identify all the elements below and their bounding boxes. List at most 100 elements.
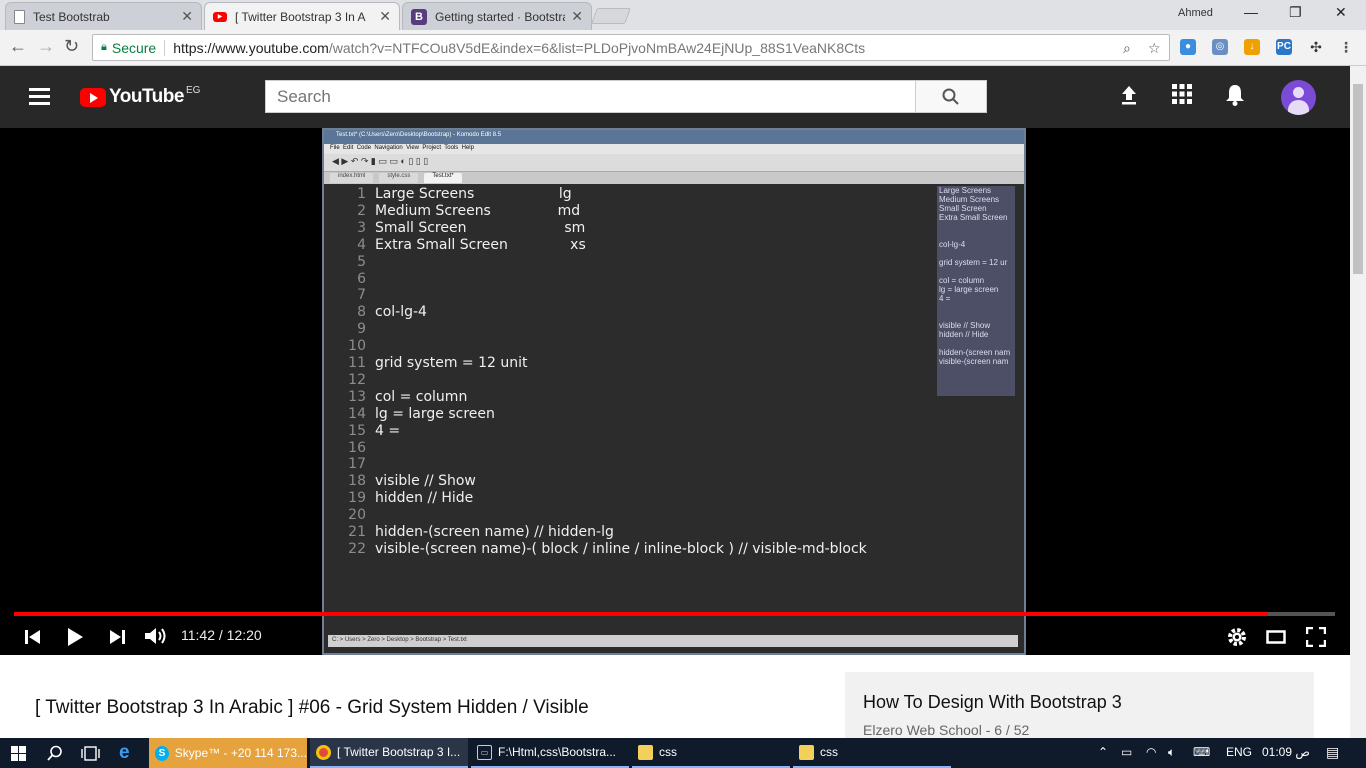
playlist-panel[interactable]: How To Design With Bootstrap 3 Elzero We… bbox=[845, 672, 1314, 742]
extension-icon[interactable]: ◎ bbox=[1212, 39, 1228, 55]
settings-gear-icon[interactable] bbox=[1227, 627, 1247, 647]
task-view-icon[interactable] bbox=[81, 746, 100, 761]
forward-arrow-icon[interactable]: → bbox=[37, 36, 55, 57]
editor-title-bar: Test.txt* (C:\Users\Zero\Desktop\Bootstr… bbox=[324, 130, 1024, 144]
taskbar-item-label: css bbox=[820, 745, 838, 759]
puzzle-extension-icon[interactable]: ✣ bbox=[1308, 39, 1324, 55]
close-window-icon[interactable]: ✕ bbox=[1335, 4, 1347, 21]
notifications-bell-icon[interactable] bbox=[1225, 84, 1245, 106]
play-icon[interactable] bbox=[66, 627, 84, 647]
tab-title: [ Twitter Bootstrap 3 In A bbox=[235, 9, 366, 24]
upload-icon[interactable] bbox=[1118, 84, 1140, 106]
line-number: 21 bbox=[348, 524, 366, 540]
line-number: 9 bbox=[357, 321, 366, 338]
progress-bar[interactable] bbox=[14, 612, 1335, 616]
tab-title: Test Bootstrab bbox=[33, 9, 110, 24]
fullscreen-icon[interactable] bbox=[1306, 627, 1326, 647]
tab-bootstrap-docs[interactable]: B Getting started · Bootstra ✕ bbox=[402, 2, 592, 30]
close-icon[interactable]: ✕ bbox=[571, 8, 583, 25]
line-number: 11 bbox=[348, 355, 366, 371]
windows-taskbar: e S Skype™ - +20 114 173... [ Twitter Bo… bbox=[0, 738, 1366, 768]
power-icon[interactable]: ▭ bbox=[1121, 745, 1132, 759]
youtube-logo[interactable]: YouTube EG bbox=[80, 85, 200, 108]
taskbar-item-editor[interactable]: ▭ F:\Html,css\Bootstra... bbox=[471, 738, 629, 768]
youtube-play-logo-icon bbox=[80, 87, 106, 107]
minimize-icon[interactable]: — bbox=[1244, 4, 1258, 20]
volume-icon[interactable] bbox=[144, 626, 168, 646]
code-line: hidden-(screen name) // hidden-lg bbox=[375, 524, 614, 540]
line-number: 14 bbox=[348, 405, 366, 422]
editor-menu-item: Code bbox=[356, 145, 372, 151]
profile-name[interactable]: Ahmed bbox=[1178, 7, 1213, 19]
code-line: lg = large screen bbox=[375, 405, 495, 422]
tab-test-bootstrab[interactable]: Test Bootstrab ✕ bbox=[5, 2, 202, 30]
editor-menu-item: View bbox=[406, 145, 419, 151]
next-icon[interactable] bbox=[108, 629, 126, 645]
search-button[interactable] bbox=[915, 80, 987, 113]
tab-youtube-video[interactable]: ▶ [ Twitter Bootstrap 3 In A ✕ bbox=[204, 2, 400, 30]
wifi-icon[interactable]: ◠ bbox=[1146, 745, 1156, 759]
chevron-up-icon[interactable]: ⌃ bbox=[1098, 745, 1108, 759]
minimap-line: grid system = 12 ur bbox=[939, 258, 1008, 267]
taskbar-item-css-folder-2[interactable]: css bbox=[793, 738, 951, 768]
line-number: 18 bbox=[348, 473, 366, 490]
taskbar-item-css-folder[interactable]: css bbox=[632, 738, 790, 768]
close-icon[interactable]: ✕ bbox=[181, 8, 193, 25]
editor-menu-bar: File Edit Code Navigation View Project T… bbox=[324, 144, 1024, 154]
bookmark-star-icon[interactable]: ☆ bbox=[1148, 40, 1161, 57]
code-line: 4 = bbox=[375, 422, 401, 439]
language-indicator[interactable]: ENG bbox=[1226, 745, 1252, 759]
hamburger-menu-icon[interactable] bbox=[29, 88, 50, 105]
speaker-icon[interactable]: 🔈︎ bbox=[1168, 745, 1175, 760]
browser-tab-strip: Test Bootstrab ✕ ▶ [ Twitter Bootstrap 3… bbox=[0, 0, 1366, 30]
taskbar-item-chrome[interactable]: [ Twitter Bootstrap 3 I... bbox=[310, 738, 468, 768]
editor-menu-item: Tools bbox=[444, 145, 459, 151]
extension-bulb-icon[interactable]: ● bbox=[1180, 39, 1196, 55]
taskbar-item-label: Skype™ - +20 114 173... bbox=[174, 746, 307, 760]
editor-toolbar: ◀ ▶ ↶ ↷ ▮ ▭ ▭ ◐ ▯ ▯ ▯ bbox=[324, 154, 1024, 172]
search-icon[interactable] bbox=[47, 745, 63, 761]
line-number: 6 bbox=[357, 270, 366, 287]
minimap-line bbox=[937, 249, 1015, 258]
code-line: visible-(screen name)-( block / inline /… bbox=[375, 540, 867, 557]
theater-mode-icon[interactable] bbox=[1266, 629, 1286, 645]
editor-menu-item: Edit bbox=[343, 145, 354, 151]
restore-icon[interactable]: ❐ bbox=[1289, 4, 1302, 21]
pc-extension-icon[interactable]: PC bbox=[1276, 39, 1292, 55]
page-scrollbar[interactable] bbox=[1350, 66, 1366, 738]
notifications-icon[interactable]: ▤ bbox=[1326, 744, 1339, 761]
playlist-subtitle: Elzero Web School - 6 / 52 bbox=[863, 722, 1030, 738]
secure-indicator[interactable]: 🔒︎ Secure bbox=[101, 40, 156, 56]
apps-grid-icon[interactable] bbox=[1172, 84, 1192, 104]
address-bar[interactable]: 🔒︎ Secure https://www.youtube.com/watch?… bbox=[92, 34, 1170, 61]
previous-icon[interactable] bbox=[24, 629, 42, 645]
keyboard-icon[interactable]: ⌨ bbox=[1193, 745, 1210, 759]
skype-icon: S bbox=[155, 745, 169, 761]
folder-icon bbox=[799, 744, 814, 760]
windows-start-icon[interactable] bbox=[11, 746, 26, 761]
minimap-line: col = column bbox=[939, 276, 985, 285]
avatar[interactable] bbox=[1281, 80, 1316, 115]
download-extension-icon[interactable]: ↓ bbox=[1244, 39, 1260, 55]
close-icon[interactable]: ✕ bbox=[379, 8, 391, 25]
secure-label: Secure bbox=[111, 39, 157, 56]
taskbar-item-label: F:\Html,css\Bootstra... bbox=[498, 745, 617, 759]
line-number: 5 bbox=[357, 253, 366, 270]
new-tab-button[interactable] bbox=[591, 8, 631, 24]
scrollbar-thumb[interactable] bbox=[1353, 84, 1363, 274]
playlist-title[interactable]: How To Design With Bootstrap 3 bbox=[863, 692, 1122, 713]
zoom-icon[interactable]: ⌕ bbox=[1123, 40, 1131, 57]
back-arrow-icon[interactable]: ← bbox=[9, 36, 27, 57]
editor-menu-item: Navigation bbox=[374, 145, 403, 151]
minimap-line: Small Screen bbox=[939, 204, 987, 213]
line-number: 22 bbox=[348, 540, 366, 557]
edge-browser-icon[interactable]: e bbox=[119, 742, 130, 764]
search-input[interactable] bbox=[265, 80, 916, 113]
video-player[interactable]: Test.txt* (C:\Users\Zero\Desktop\Bootstr… bbox=[0, 128, 1350, 655]
code-line: Medium Screens md bbox=[375, 202, 581, 219]
line-number: 3 bbox=[357, 219, 366, 236]
chrome-menu-icon[interactable]: ⋮ bbox=[1338, 39, 1354, 55]
clock[interactable]: 01:09 ص bbox=[1262, 745, 1310, 759]
reload-icon[interactable]: ↻ bbox=[64, 36, 79, 57]
taskbar-item-skype[interactable]: S Skype™ - +20 114 173... bbox=[149, 738, 307, 768]
